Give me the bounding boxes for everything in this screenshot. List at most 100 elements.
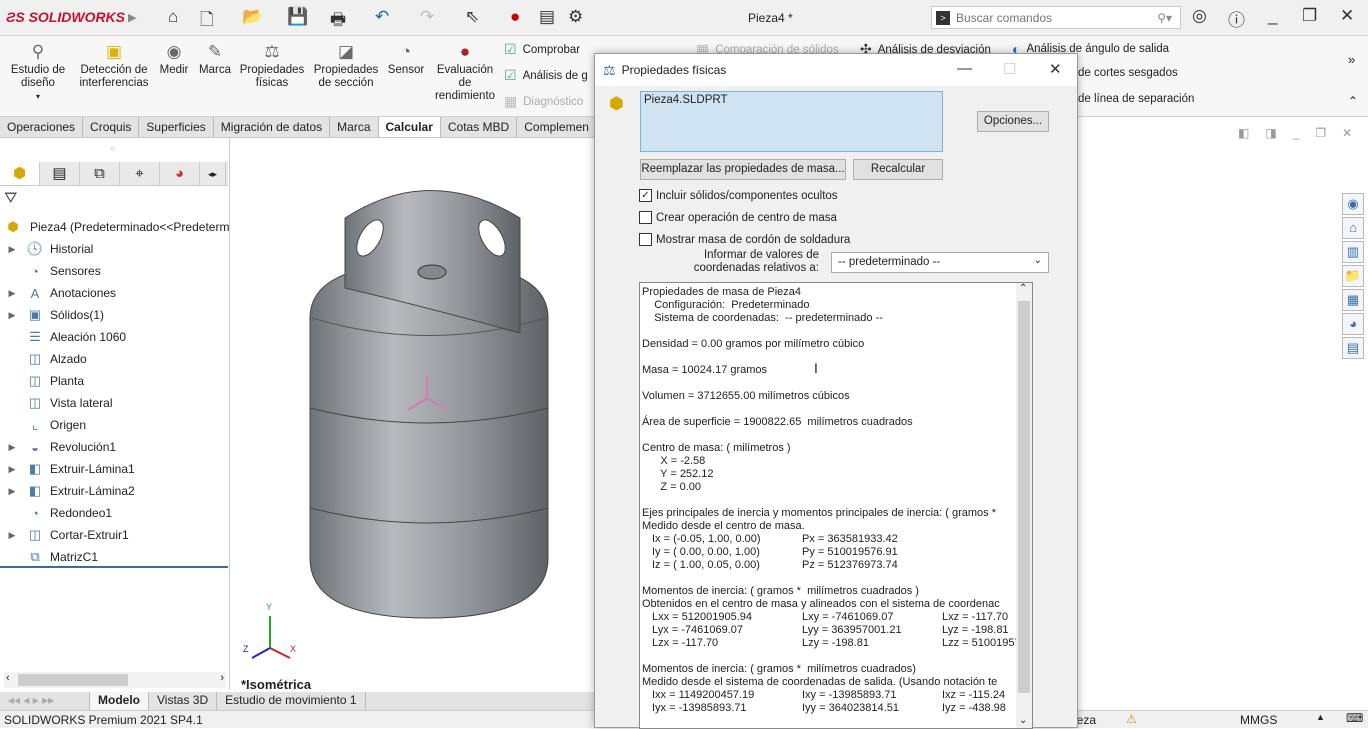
file-explorer-icon[interactable]: 📁 <box>1342 265 1364 287</box>
help-icon[interactable]: ⓘ <box>1228 6 1245 31</box>
tab-cotas-mbd[interactable]: Cotas MBD <box>441 117 518 137</box>
tree-item[interactable]: ▶ 🕓 Historial <box>0 238 228 260</box>
recalculate-button[interactable]: Recalcular <box>853 159 943 180</box>
tab-complementos[interactable]: Complemen <box>517 117 597 137</box>
restore-button[interactable]: ❐ <box>1302 6 1317 26</box>
tree-item[interactable]: ☰ Aleación 1060 <box>0 326 228 348</box>
diagnostics-button[interactable]: ▦ Diagnóstico <box>504 93 583 110</box>
scroll-up-icon[interactable]: ⌃ <box>1019 283 1027 294</box>
filter-icon[interactable]: ⛛ <box>4 190 17 208</box>
checkbox-checked[interactable]: ✓ <box>639 189 652 202</box>
solidworks-resources-icon[interactable]: ◉ <box>1342 193 1364 215</box>
tab-scroll-arrows[interactable]: ◂▸ <box>200 162 226 185</box>
scroll-right-icon[interactable]: › <box>220 672 224 684</box>
show-weld-mass-checkbox[interactable]: Mostrar masa de cordón de soldadura <box>639 233 850 246</box>
selected-items-list[interactable]: Pieza4.SLDPRT <box>640 91 943 152</box>
home-pane-icon[interactable]: ⌂ <box>1342 217 1364 239</box>
create-com-checkbox[interactable]: Crear operación de centro de masa <box>639 211 837 224</box>
horizontal-scrollbar[interactable]: ‹ › <box>4 672 226 688</box>
vertical-scrollbar[interactable]: ⌃ ⌄ <box>1016 283 1032 728</box>
dialog-title-bar[interactable]: ⚖ Propiedades físicas — ☐ ✕ <box>595 54 1077 86</box>
tab-superficies[interactable]: Superficies <box>139 117 214 137</box>
mass-properties-button[interactable]: ⚖ Propiedades físicas <box>238 40 306 90</box>
checkbox[interactable] <box>639 233 652 246</box>
dialog-minimize-button[interactable]: — <box>957 60 972 77</box>
collapse-ribbon-icon[interactable]: ⌃ <box>1348 94 1358 108</box>
expand-arrow-icon[interactable]: ▶ <box>0 530 24 541</box>
scroll-thumb[interactable] <box>18 674 128 686</box>
feedback-icon[interactable]: ⌨ <box>1346 711 1363 725</box>
display-manager-tab-icon[interactable]: ◕ <box>160 162 200 185</box>
scroll-thumb[interactable] <box>1018 301 1030 693</box>
tree-item[interactable]: ▶ ◧ Extruir-Lámina1 <box>0 458 228 480</box>
tab-croquis[interactable]: Croquis <box>83 117 140 137</box>
viewport-minimize-icon[interactable]: _ <box>1293 126 1300 140</box>
new-document-icon[interactable]: 🗋 <box>200 7 214 36</box>
rollback-bar[interactable] <box>0 566 228 568</box>
home-icon[interactable]: ⌂ <box>168 7 178 27</box>
sensor-button[interactable]: ◔ Sensor <box>386 40 426 77</box>
select-icon[interactable]: ⇖ <box>465 7 479 27</box>
search-commands-input[interactable]: > Buscar comandos ⚲▾ <box>931 6 1181 29</box>
parting-line-analysis-button[interactable]: de línea de separación <box>1078 93 1194 105</box>
more-chevron-icon[interactable]: » <box>1348 52 1355 67</box>
performance-evaluation-button[interactable]: ● Evaluación de rendimiento <box>430 40 500 103</box>
propertymanager-tab-icon[interactable]: ▤ <box>40 162 80 185</box>
section-properties-button[interactable]: ◪ Propiedades de sección <box>310 40 382 90</box>
menu-expand-icon[interactable]: ▶ <box>128 11 136 24</box>
expand-arrow-icon[interactable]: ▶ <box>0 310 24 321</box>
tab-migracion[interactable]: Migración de datos <box>214 117 331 137</box>
interference-detection-button[interactable]: ▣ Detección de interferencias <box>76 40 152 90</box>
custom-properties-icon[interactable]: ▤ <box>1342 337 1364 359</box>
close-button[interactable]: ✕ <box>1340 6 1354 26</box>
dialog-maximize-button[interactable]: ☐ <box>1003 60 1016 78</box>
tree-item[interactable]: ⌞ Origen <box>0 414 228 436</box>
undercut-analysis-button[interactable]: de cortes sesgados <box>1078 67 1178 79</box>
expand-arrow-icon[interactable]: ▶ <box>0 288 24 299</box>
prev-view-icon[interactable]: ◧ <box>1238 126 1249 140</box>
checkbox[interactable] <box>639 211 652 224</box>
tree-item[interactable]: ◔ Sensores <box>0 260 228 282</box>
tree-item[interactable]: ▶ ◫ Cortar-Extruir1 <box>0 524 228 546</box>
minimize-button[interactable]: _ <box>1268 6 1277 26</box>
tab-modelo[interactable]: Modelo <box>90 692 149 710</box>
user-icon[interactable]: ◎ <box>1192 6 1207 26</box>
override-mass-properties-button[interactable]: Reemplazar las propiedades de masa... <box>640 159 846 180</box>
geometry-analysis-button[interactable]: ☑ Análisis de g <box>504 67 588 84</box>
expand-arrow-icon[interactable]: ▶ <box>0 244 24 255</box>
status-expand-icon[interactable]: ▲ <box>1316 712 1325 722</box>
unit-system[interactable]: MMGS <box>1240 713 1277 727</box>
tree-item[interactable]: ◫ Vista lateral <box>0 392 228 414</box>
tab-calcular[interactable]: Calcular <box>378 117 441 137</box>
print-icon[interactable]: 🖶 <box>330 7 346 36</box>
rebuild-icon[interactable]: ● <box>510 7 520 27</box>
tree-item[interactable]: ⧉ MatrizC1 <box>0 546 228 568</box>
save-icon[interactable]: 💾 <box>287 7 308 27</box>
dialog-close-button[interactable]: ✕ <box>1049 60 1062 78</box>
tree-item[interactable]: ◫ Planta <box>0 370 228 392</box>
open-icon[interactable]: 📂 <box>242 7 263 27</box>
scroll-left-icon[interactable]: ‹ <box>6 672 10 684</box>
tab-operaciones[interactable]: Operaciones <box>0 117 84 137</box>
selected-item[interactable]: Pieza4.SLDPRT <box>644 94 728 106</box>
configurationmanager-tab-icon[interactable]: ⧉ <box>80 162 120 185</box>
featuremanager-tab-icon[interactable]: ⬢ <box>0 162 40 185</box>
tab-vistas-3d[interactable]: Vistas 3D <box>149 692 218 710</box>
tree-root[interactable]: ⬢ Pieza4 (Predeterminado<<Predeterm <box>0 216 229 238</box>
tree-item[interactable]: ◫ Alzado <box>0 348 228 370</box>
options-button[interactable]: Opciones... <box>977 111 1049 132</box>
tab-marca[interactable]: Marca <box>330 117 379 137</box>
tree-item[interactable]: ▶ ◧ Extruir-Lámina2 <box>0 480 228 502</box>
rebuild-status-icon[interactable]: ⚠ <box>1126 712 1137 726</box>
next-view-icon[interactable]: ◨ <box>1265 126 1276 140</box>
tree-item[interactable]: ▶ A Anotaciones <box>0 282 228 304</box>
viewport-restore-icon[interactable]: ❐ <box>1315 126 1326 140</box>
markup-button[interactable]: ✎ Marca <box>196 40 234 77</box>
tab-motion-study[interactable]: Estudio de movimiento 1 <box>217 692 366 710</box>
viewport-close-icon[interactable]: ✕ <box>1342 126 1352 140</box>
view-palette-icon[interactable]: ▦ <box>1342 289 1364 311</box>
expand-arrow-icon[interactable]: ▶ <box>0 486 24 497</box>
design-study-button[interactable]: ⚲ Estudio de diseño ▾ <box>6 40 70 103</box>
mass-properties-results[interactable]: Propiedades de masa de Pieza4 Configurac… <box>639 282 1033 729</box>
tree-item[interactable]: ◔ Redondeo1 <box>0 502 228 524</box>
